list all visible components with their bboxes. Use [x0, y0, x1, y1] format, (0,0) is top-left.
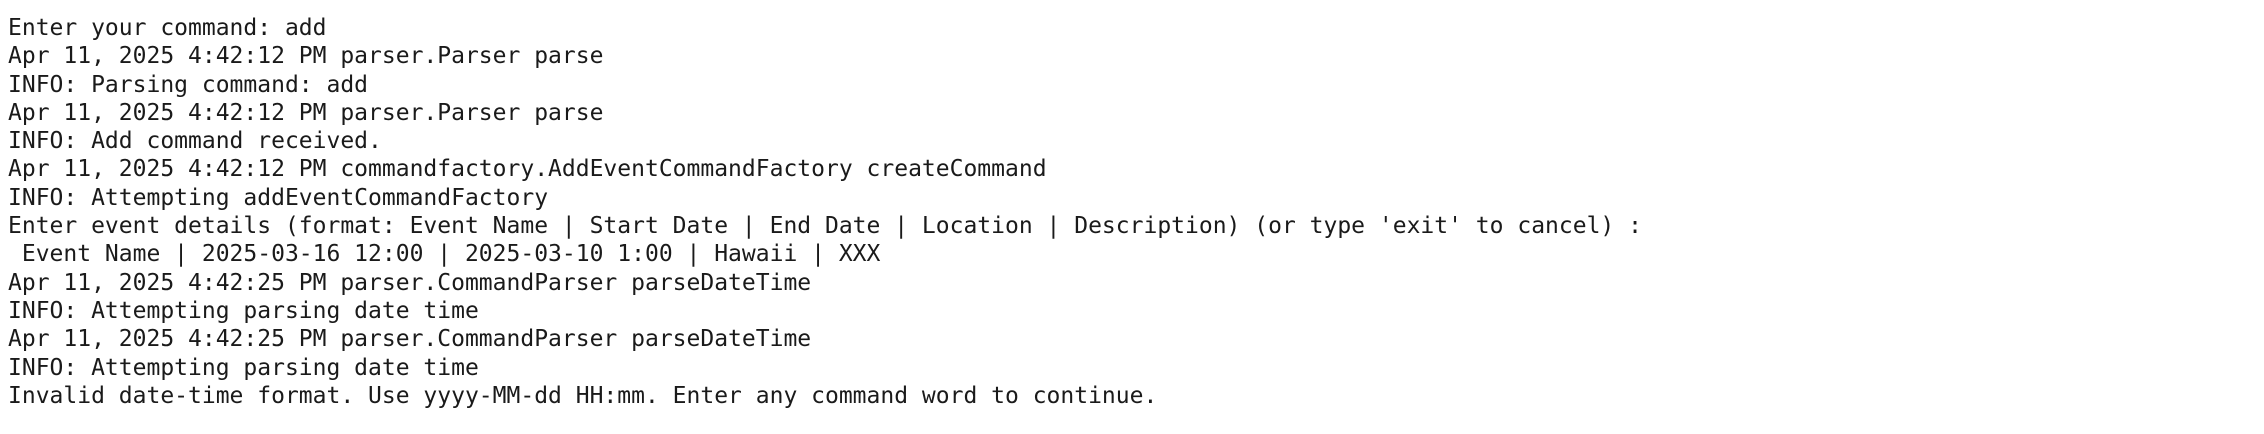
terminal-line-prompt: Enter your command: add: [8, 15, 327, 41]
terminal-line-log-header: Apr 11, 2025 4:42:25 PM parser.CommandPa…: [8, 326, 812, 353]
terminal-line-log-header: Apr 11, 2025 4:42:12 PM commandfactory.A…: [8, 156, 1047, 183]
terminal-output: Enter your command: add Apr 11, 2025 4:4…: [8, 14, 2248, 410]
terminal-line-info: INFO: Attempting parsing date time: [8, 354, 479, 381]
terminal-line-info: INFO: Add command received.: [8, 128, 382, 155]
terminal-line-info: INFO: Attempting parsing date time: [8, 297, 479, 324]
terminal-line-info: INFO: Parsing command: add: [8, 71, 369, 98]
terminal-line-error: Invalid date-time format. Use yyyy-MM-dd…: [8, 382, 1158, 409]
terminal-line-user-input: Event Name | 2025-03-16 12:00 | 2025-03-…: [8, 241, 881, 268]
terminal-line-log-header: Apr 11, 2025 4:42:25 PM parser.CommandPa…: [8, 269, 812, 296]
terminal-line-prompt: Enter event details (format: Event Name …: [8, 213, 1642, 240]
terminal-line-log-header: Apr 11, 2025 4:42:12 PM parser.Parser pa…: [8, 43, 604, 70]
terminal-line-info: INFO: Attempting addEventCommandFactory: [8, 184, 549, 211]
terminal-line-log-header: Apr 11, 2025 4:42:12 PM parser.Parser pa…: [8, 99, 604, 126]
